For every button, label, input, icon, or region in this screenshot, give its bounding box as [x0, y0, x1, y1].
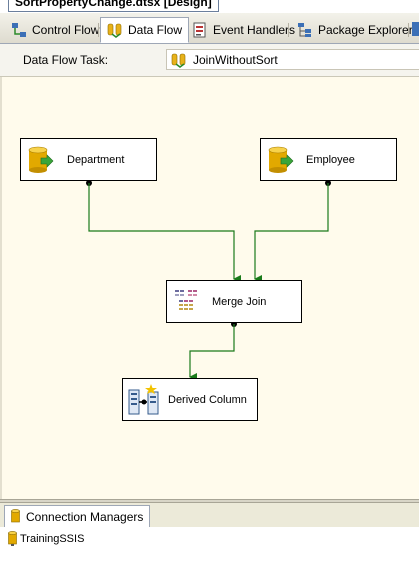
- component-department[interactable]: Department: [20, 138, 157, 181]
- ole-db-source-icon: [267, 146, 295, 174]
- tab-data-flow[interactable]: Data Flow: [100, 17, 190, 43]
- data-flow-task-bar: Data Flow Task: JoinWithoutSort: [0, 44, 419, 77]
- component-label: Department: [67, 154, 125, 166]
- tab-label: Data Flow: [128, 23, 183, 37]
- derived-column-icon: [127, 384, 161, 416]
- tab-package-explorer[interactable]: Package Explorer: [290, 18, 419, 41]
- tab-separator: [288, 23, 289, 37]
- connection-managers-icon: [11, 509, 20, 524]
- document-title-bar: SortPropertyChange.dtsx [Design]: [0, 0, 419, 12]
- document-tab[interactable]: SortPropertyChange.dtsx [Design]: [8, 0, 219, 12]
- data-flow-task-icon: [171, 52, 187, 68]
- connection-manager-label: TrainingSSIS: [20, 532, 85, 545]
- tab-label: Event Handlers: [213, 22, 296, 37]
- component-label: Merge Join: [212, 296, 267, 308]
- tab-separator: [98, 23, 99, 37]
- component-label: Derived Column: [168, 394, 247, 406]
- event-handlers-icon: [192, 22, 208, 38]
- ole-db-source-icon: [27, 146, 55, 174]
- data-flow-canvas[interactable]: Department Employee Merge Join Derived C…: [0, 77, 419, 499]
- tab-control-flow[interactable]: Control Flow: [4, 18, 106, 41]
- data-flow-task-select[interactable]: JoinWithoutSort: [166, 49, 419, 70]
- merge-join-icon: [174, 288, 202, 316]
- control-flow-icon: [11, 22, 27, 38]
- path-employee-to-merge-join[interactable]: [254, 180, 331, 283]
- component-derived-column[interactable]: Derived Column: [122, 378, 258, 421]
- component-label: Employee: [306, 154, 355, 166]
- connection-manager-icon: [8, 531, 17, 546]
- data-flow-task-label: Data Flow Task:: [23, 53, 109, 67]
- data-flow-icon: [107, 22, 123, 38]
- component-employee[interactable]: Employee: [260, 138, 397, 181]
- connection-managers-tab-strip: Connection Managers: [0, 503, 419, 528]
- tab-label: Package Explorer: [318, 22, 413, 37]
- component-merge-join[interactable]: Merge Join: [166, 280, 302, 323]
- data-flow-task-value: JoinWithoutSort: [193, 52, 278, 67]
- tab-label: Control Flow: [32, 22, 100, 37]
- connection-manager-item[interactable]: TrainingSSIS: [8, 531, 84, 546]
- connection-managers-label: Connection Managers: [26, 509, 144, 524]
- tab-event-handlers[interactable]: Event Handlers: [185, 18, 302, 41]
- connection-managers-pane[interactable]: TrainingSSIS: [0, 527, 419, 566]
- path-merge-join-to-derived-column[interactable]: [189, 321, 237, 381]
- designer-tab-strip: Control Flow Data Flow Event Handlers Pa…: [0, 13, 419, 44]
- overflow-tab-icon[interactable]: [411, 22, 419, 38]
- package-explorer-icon: [297, 22, 313, 38]
- tab-connection-managers[interactable]: Connection Managers: [4, 505, 151, 528]
- tab-separator: [408, 23, 409, 37]
- path-department-to-merge-join[interactable]: [86, 180, 241, 283]
